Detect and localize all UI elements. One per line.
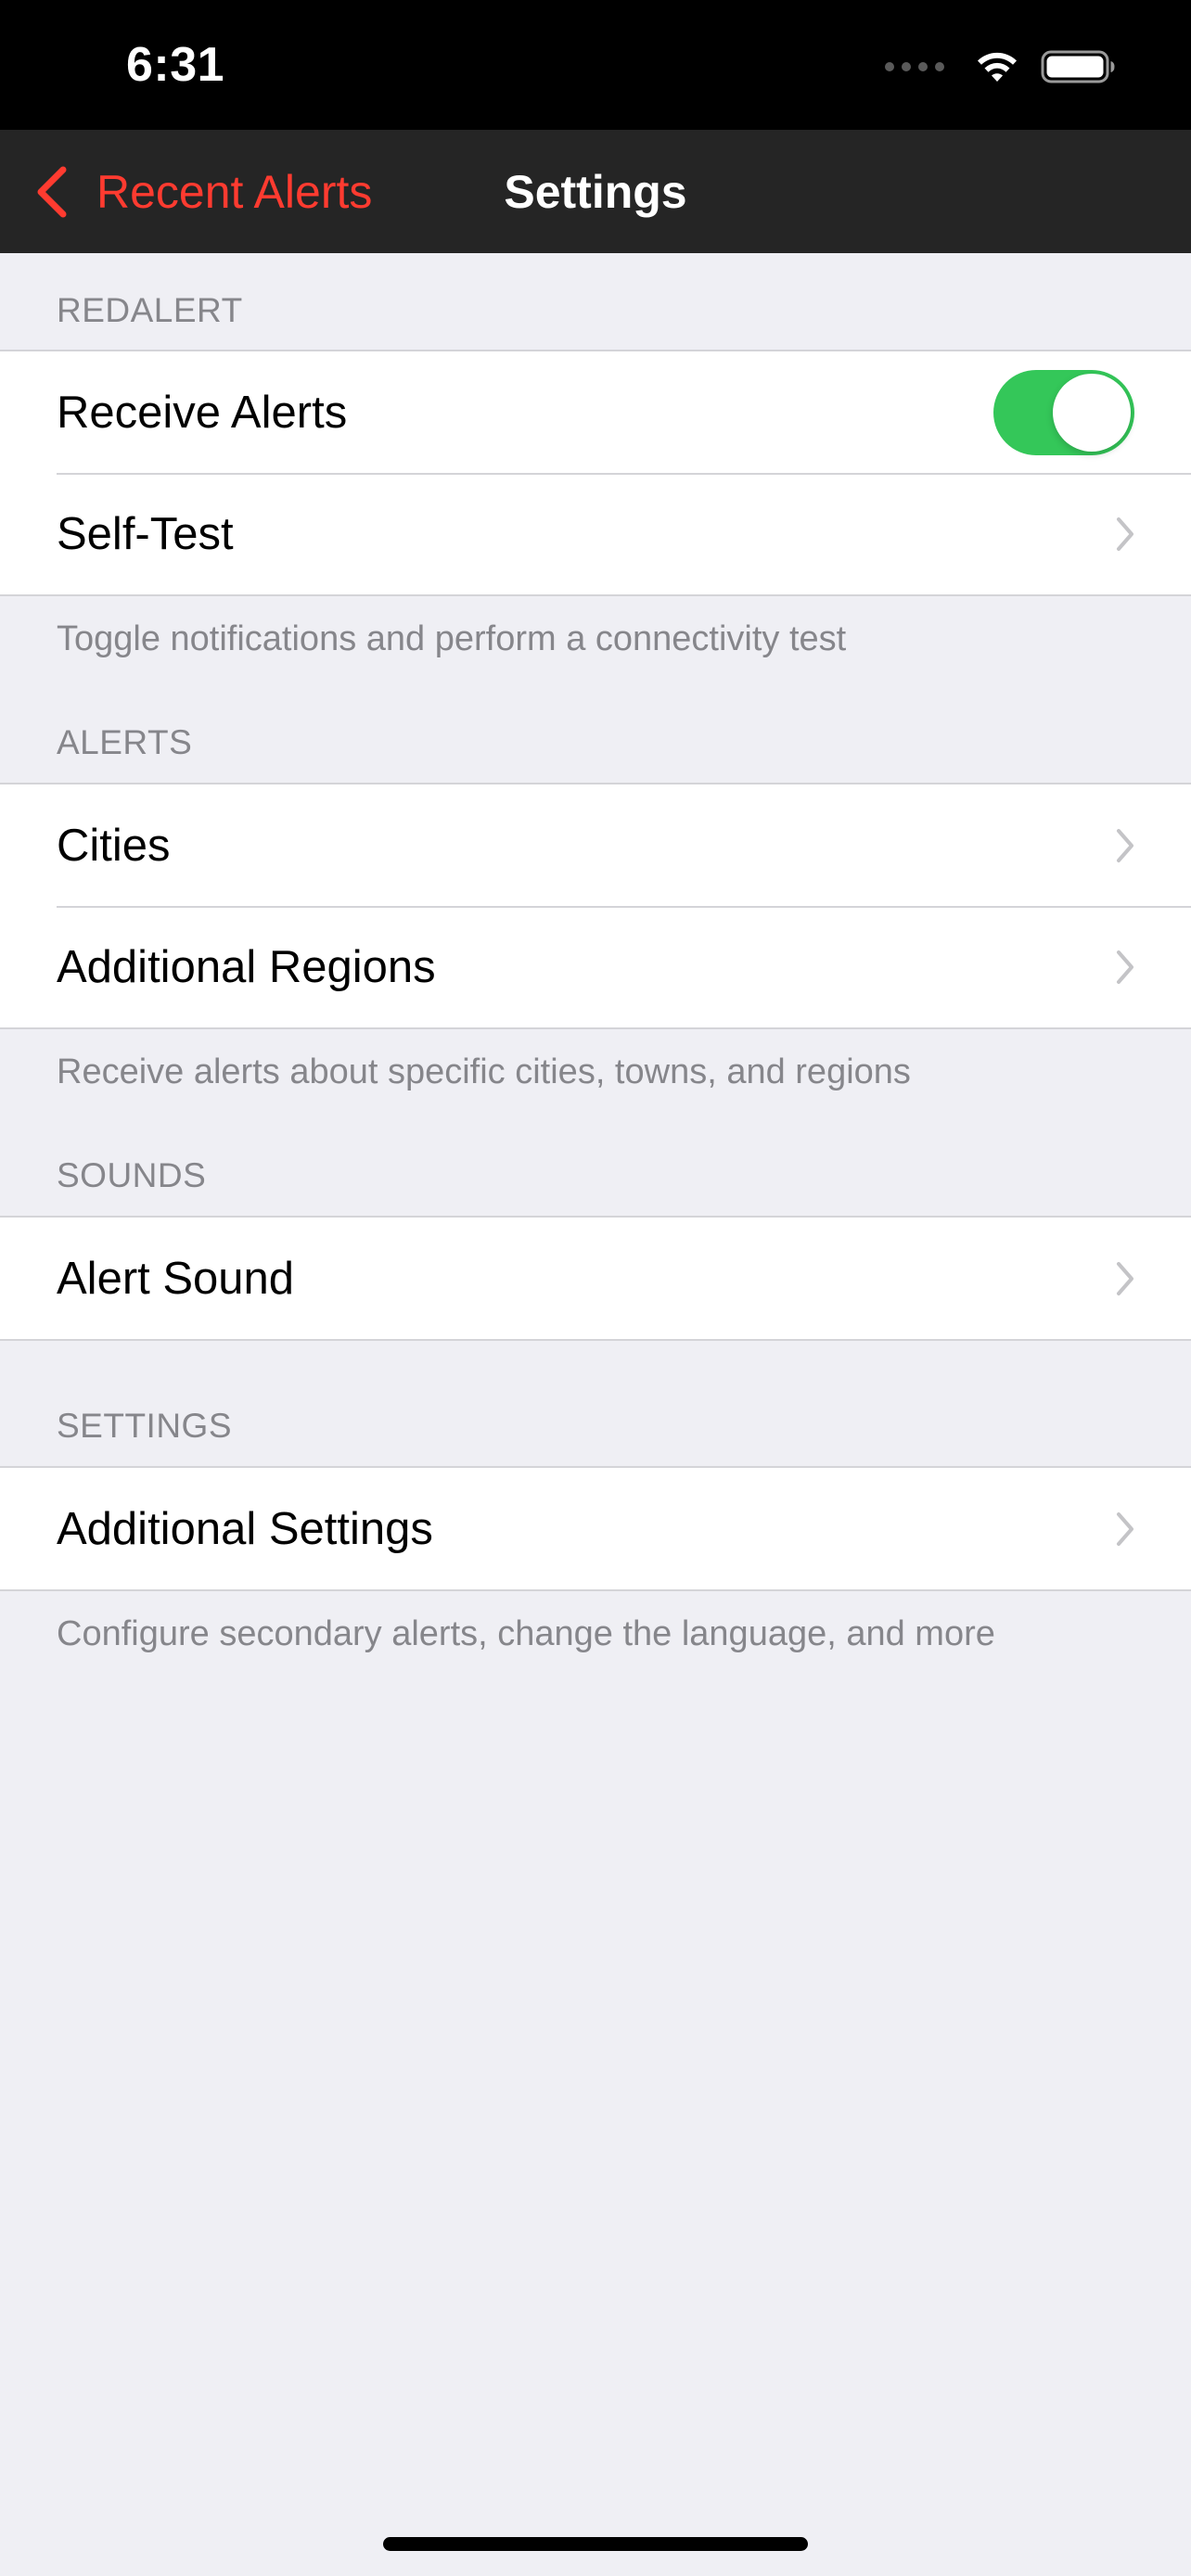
group-alerts: Cities Additional Regions (0, 783, 1191, 1029)
navigation-bar: Recent Alerts Settings (0, 130, 1191, 253)
alert-sound-row[interactable]: Alert Sound (0, 1218, 1191, 1339)
toggle-knob (1053, 373, 1131, 452)
alert-sound-label: Alert Sound (57, 1253, 295, 1304)
chevron-right-icon (1117, 828, 1133, 862)
additional-settings-label: Additional Settings (57, 1503, 433, 1554)
section-header-redalert: REDALERT (57, 291, 243, 329)
receive-alerts-toggle[interactable] (993, 369, 1134, 455)
chevron-right-icon (1117, 1261, 1133, 1295)
chevron-right-icon (1117, 516, 1133, 551)
cities-row[interactable]: Cities (0, 784, 1191, 906)
wifi-icon (978, 52, 1017, 82)
additional-regions-row[interactable]: Additional Regions (0, 906, 1191, 1027)
status-time: 6:31 (126, 38, 225, 92)
self-test-row[interactable]: Self-Test (0, 473, 1191, 594)
self-test-label: Self-Test (57, 508, 234, 559)
page-title: Settings (504, 165, 687, 218)
status-icons (885, 45, 1117, 89)
chevron-right-icon (1117, 1511, 1133, 1546)
section-header-alerts: ALERTS (57, 723, 193, 761)
receive-alerts-row: Receive Alerts (0, 351, 1191, 473)
group-settings: Additional Settings (0, 1466, 1191, 1591)
home-indicator[interactable] (383, 2537, 808, 2551)
group-sounds: Alert Sound (0, 1216, 1191, 1341)
additional-regions-label: Additional Regions (57, 941, 436, 992)
receive-alerts-label: Receive Alerts (57, 387, 348, 438)
cellular-signal-icon (885, 62, 944, 71)
chevron-right-icon (1117, 950, 1133, 984)
settings-list: REDALERT Receive Alerts Self-Test Toggle… (0, 253, 1191, 1680)
section-footer-redalert: Toggle notifications and perform a conne… (57, 619, 847, 658)
section-footer-alerts: Receive alerts about specific cities, to… (57, 1052, 911, 1091)
status-bar: 6:31 (0, 0, 1191, 130)
additional-settings-row[interactable]: Additional Settings (0, 1468, 1191, 1589)
section-header-settings: SETTINGS (57, 1407, 233, 1445)
section-footer-settings: Configure secondary alerts, change the l… (57, 1614, 995, 1653)
section-header-sounds: SOUNDS (57, 1156, 207, 1194)
group-redalert: Receive Alerts Self-Test (0, 350, 1191, 596)
battery-icon (1041, 50, 1115, 83)
cities-label: Cities (57, 820, 171, 871)
